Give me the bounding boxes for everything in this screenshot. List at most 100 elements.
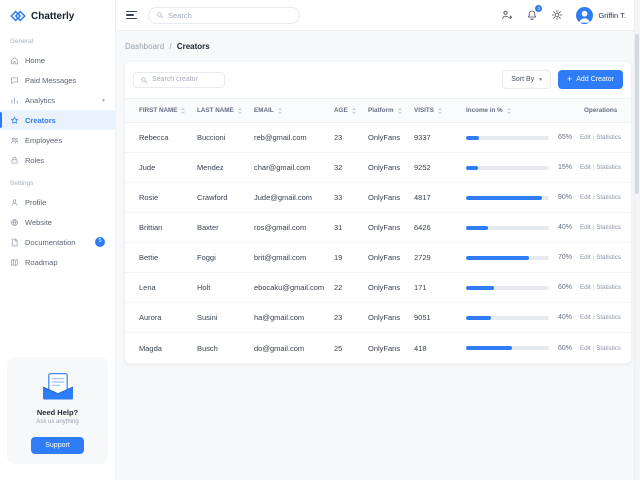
cell-platform: OnlyFans xyxy=(368,313,401,322)
roles-icon xyxy=(10,156,19,165)
column-header-platform[interactable]: Platform xyxy=(362,107,408,115)
cell-operations: Edit | Statistics xyxy=(578,164,623,171)
edit-link[interactable]: Edit xyxy=(580,164,591,171)
sidebar-item-profile[interactable]: Profile xyxy=(0,192,115,212)
column-header-email[interactable]: EMAIL xyxy=(248,107,328,115)
cell-visits: 9051 xyxy=(414,313,431,322)
cell-platform: OnlyFans xyxy=(368,133,401,142)
cell-age: 33 xyxy=(334,193,343,202)
scrollbar[interactable] xyxy=(634,0,640,480)
user-menu[interactable]: Griffin T. xyxy=(576,6,626,24)
income-progress-fill xyxy=(466,195,543,200)
scrollbar-thumb[interactable] xyxy=(635,34,639,194)
cell-operations: Edit | Statistics xyxy=(578,254,623,261)
creators-icon xyxy=(10,116,19,125)
column-header-visits[interactable]: VISITS xyxy=(408,107,460,115)
sidebar-item-paid-messages[interactable]: Paid Messages xyxy=(0,70,115,90)
sidebar-item-roadmap[interactable]: Roadmap xyxy=(0,252,115,272)
statistics-link[interactable]: Statistics xyxy=(596,224,621,231)
cell-visits: 6426 xyxy=(414,223,431,232)
edit-link[interactable]: Edit xyxy=(580,254,591,261)
cell-operations: Edit | Statistics xyxy=(578,134,623,141)
analytics-icon xyxy=(10,96,19,105)
income-progress-bar xyxy=(466,225,549,230)
edit-link[interactable]: Edit xyxy=(580,224,591,231)
cell-income: 40% xyxy=(460,224,578,231)
sidebar-item-documentation[interactable]: Documentation 5 xyxy=(0,232,115,252)
breadcrumb-dashboard[interactable]: Dashboard xyxy=(125,42,164,51)
statistics-link[interactable]: Statistics xyxy=(596,194,621,201)
column-header-label: LAST NAME xyxy=(197,107,234,114)
income-progress-bar xyxy=(466,315,549,320)
income-percent-label: 60% xyxy=(557,344,572,352)
help-card: Need Help? Ask us anything Support xyxy=(7,357,108,464)
sidebar-nav: General Home Paid Messages Analytics ▾ Creato… xyxy=(0,28,115,272)
statistics-link[interactable]: Statistics xyxy=(596,284,621,291)
statistics-link[interactable]: Statistics xyxy=(596,164,621,171)
sidebar-item-employees[interactable]: Employees xyxy=(0,130,115,150)
edit-link[interactable]: Edit xyxy=(580,284,591,291)
cell-age: 23 xyxy=(334,133,343,142)
sidebar-item-home[interactable]: Home xyxy=(0,50,115,70)
chatterly-logo-icon xyxy=(10,10,26,22)
paid-messages-icon xyxy=(10,76,19,85)
chevron-down-icon: ▾ xyxy=(101,97,105,104)
sort-icon xyxy=(437,107,443,115)
global-search[interactable] xyxy=(148,6,300,24)
cell-visits: 9252 xyxy=(414,163,431,172)
operations-separator: | xyxy=(592,344,595,352)
sort-icon xyxy=(351,107,357,115)
add-creator-button[interactable]: + Add Creator xyxy=(557,70,623,89)
statistics-link[interactable]: Statistics xyxy=(596,134,621,141)
column-header-last-name[interactable]: LAST NAME xyxy=(191,107,248,115)
sidebar-item-label: Roles xyxy=(25,155,45,165)
sidebar-item-label: Paid Messages xyxy=(25,75,77,85)
statistics-link[interactable]: Statistics xyxy=(596,314,621,321)
sort-by-button[interactable]: Sort By ▾ xyxy=(502,70,551,89)
settings-gear-icon[interactable] xyxy=(551,9,563,21)
edit-link[interactable]: Edit xyxy=(580,194,591,201)
cell-first-name: Bettie xyxy=(139,253,159,262)
sidebar-item-creators[interactable]: Creators xyxy=(0,110,115,130)
edit-link[interactable]: Edit xyxy=(580,314,591,321)
sidebar-item-website[interactable]: Website xyxy=(0,212,115,232)
cell-last-name: Crawford xyxy=(197,193,228,202)
cell-platform: OnlyFans xyxy=(368,223,401,232)
column-header-label: Platform xyxy=(368,107,394,114)
creator-search[interactable] xyxy=(133,71,225,88)
column-header-income-in[interactable]: Income in % xyxy=(460,107,578,115)
operations-separator: | xyxy=(592,254,595,261)
logo[interactable]: Chatterly xyxy=(0,0,115,28)
operations-separator: | xyxy=(592,314,595,321)
edit-link[interactable]: Edit xyxy=(580,134,591,141)
sidebar-item-analytics[interactable]: Analytics ▾ xyxy=(0,90,115,110)
income-progress-fill xyxy=(466,346,513,350)
table-row: Aurora Susini ha@gmail.com 23 OnlyFans 9051 40… xyxy=(125,303,631,333)
edit-link[interactable]: Edit xyxy=(580,345,591,352)
income-progress-bar xyxy=(466,135,549,140)
column-header-first-name[interactable]: FIRST NAME xyxy=(133,107,191,115)
income-progress-fill xyxy=(466,255,530,260)
sidebar-item-label: Website xyxy=(25,217,52,227)
cell-income: 40% xyxy=(460,314,578,321)
support-button[interactable]: Support xyxy=(31,437,84,454)
cell-platform: OnlyFans xyxy=(368,193,401,202)
table-row: Rebecca Buccioni reb@gmail.com 23 OnlyFans 93… xyxy=(125,123,631,153)
sort-icon xyxy=(397,107,403,115)
column-header-age[interactable]: AGE xyxy=(328,107,362,115)
global-search-input[interactable] xyxy=(168,10,292,20)
creators-card: Sort By ▾ + Add Creator FIRST NAME LAST N… xyxy=(124,61,632,364)
income-progress-fill xyxy=(466,165,479,170)
statistics-link[interactable]: Statistics xyxy=(596,254,621,261)
notifications-button[interactable]: 3 xyxy=(526,5,543,21)
creator-search-input[interactable] xyxy=(152,76,218,83)
cell-last-name: Busch xyxy=(197,343,218,353)
income-percent-label: 65% xyxy=(557,134,572,141)
user-export-icon[interactable] xyxy=(501,9,513,21)
sidebar-item-roles[interactable]: Roles xyxy=(0,150,115,170)
statistics-link[interactable]: Statistics xyxy=(596,345,621,352)
nav-section-label: General xyxy=(10,38,34,45)
hamburger-menu-icon[interactable] xyxy=(126,10,137,20)
cell-age: 23 xyxy=(334,313,343,322)
main-area: 3 Griffin T. Dashboard / Creators xyxy=(116,0,640,480)
